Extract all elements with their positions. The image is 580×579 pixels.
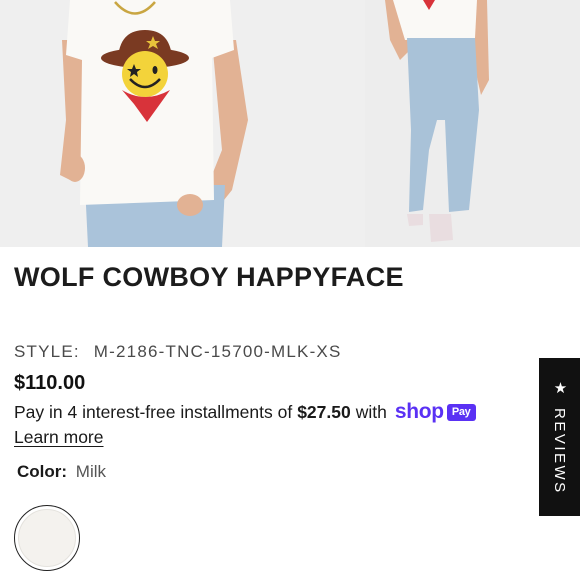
product-photo-full-body[interactable] <box>365 0 580 247</box>
star-icon: ★ <box>551 379 569 400</box>
color-selector-label: Color: Milk <box>17 462 106 482</box>
installment-amount: $27.50 <box>297 401 351 422</box>
shop-pay-badge: Pay <box>446 403 476 421</box>
model-front-illustration <box>0 0 365 247</box>
product-image-gallery[interactable] <box>0 0 580 247</box>
color-label: Color: <box>17 462 68 481</box>
style-sku-value: M-2186-TNC-15700-MLK-XS <box>93 342 342 361</box>
reviews-side-tab[interactable]: ★ REVIEWS <box>539 358 580 516</box>
shop-pay-logo[interactable]: shop Pay <box>395 400 476 424</box>
installments-suffix: with <box>355 401 387 422</box>
color-selected-value: Milk <box>75 462 106 481</box>
reviews-tab-content: ★ REVIEWS <box>551 379 569 494</box>
style-sku-row: STYLE: M-2186-TNC-15700-MLK-XS <box>14 342 342 362</box>
product-title: WOLF COWBOY HAPPYFACE <box>14 262 404 292</box>
learn-more-link[interactable]: Learn more <box>14 427 104 448</box>
installments-prefix: Pay in 4 interest-free installments of <box>14 401 293 422</box>
color-swatch-fill <box>18 509 76 567</box>
shop-pay-installments: Pay in 4 interest-free installments of $… <box>14 400 476 424</box>
model-full-body-illustration <box>365 0 580 247</box>
product-price: $110.00 <box>14 372 86 394</box>
reviews-tab-label: REVIEWS <box>551 407 568 495</box>
product-photo-front[interactable] <box>0 0 365 247</box>
style-label: STYLE: <box>14 342 80 361</box>
shop-pay-brand-text: shop <box>394 400 444 423</box>
color-swatch-milk[interactable] <box>14 505 80 571</box>
